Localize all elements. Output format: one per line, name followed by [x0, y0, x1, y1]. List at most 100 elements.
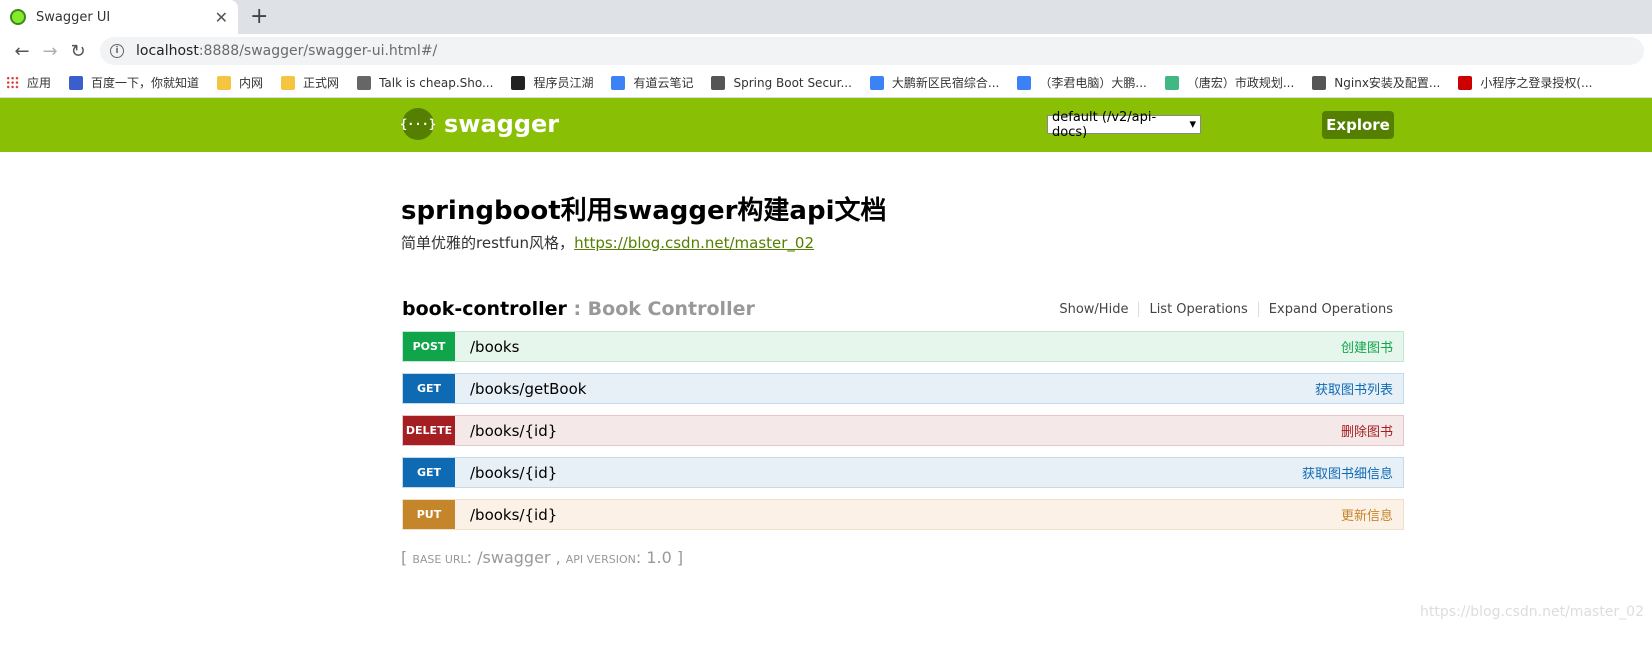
- api-version-label: Api Version: [565, 553, 636, 566]
- bookmark-label: 程序员江湖: [533, 76, 594, 90]
- url-path: :8888/swagger/swagger-ui.html#/: [198, 43, 438, 59]
- base-url-info: [ Base URL: /swagger , Api Version: 1.0 …: [401, 548, 683, 567]
- api-spec-select[interactable]: default (/v2/api-docs) ▾: [1047, 110, 1201, 140]
- operation-summary[interactable]: 创建图书: [1341, 337, 1393, 356]
- swagger-favicon-icon: [10, 9, 26, 25]
- reload-button[interactable]: ↻: [64, 41, 92, 62]
- bookmark-label: Nginx安装及配置...: [1334, 76, 1441, 90]
- bookmark-item[interactable]: （李君电脑）大鹏...: [1017, 74, 1147, 91]
- tab-title: Swagger UI: [36, 9, 111, 25]
- bookmark-favicon-icon: [357, 75, 372, 90]
- api-description-link[interactable]: https://blog.csdn.net/master_02: [574, 234, 814, 252]
- bookmark-label: Spring Boot Secur...: [733, 75, 852, 90]
- browser-tabbar: Swagger UI ✕ +: [0, 0, 1652, 34]
- api-spec-select-value: default (/v2/api-docs): [1052, 109, 1157, 140]
- bookmark-favicon-icon: [281, 75, 296, 90]
- expand-operations-link[interactable]: Expand Operations: [1259, 302, 1393, 317]
- operation-row[interactable]: DELETE/books/{id} 删除图书: [402, 415, 1404, 446]
- operation-path[interactable]: /books/{id}: [470, 464, 1302, 482]
- bookmark-favicon-icon: [869, 75, 884, 90]
- operation-path[interactable]: /books/{id}: [470, 506, 1341, 524]
- swagger-logo-text: swagger: [444, 110, 560, 138]
- operation-row[interactable]: POST/books 创建图书: [402, 331, 1404, 362]
- bookmark-label: 大鹏新区民宿综合...: [891, 76, 1000, 90]
- base-url-label: Base URL: [412, 553, 467, 566]
- apps-shortcut[interactable]: 应用: [6, 74, 51, 91]
- bookmark-favicon-icon: [1458, 75, 1473, 90]
- http-method-badge[interactable]: POST: [403, 332, 455, 361]
- bookmark-favicon-icon: [711, 75, 726, 90]
- operation-row[interactable]: GET/books/{id} 获取图书细信息: [402, 457, 1404, 488]
- swagger-logo-icon: {···}: [400, 108, 436, 140]
- close-tab-icon[interactable]: ✕: [215, 8, 228, 27]
- address-bar[interactable]: i localhost:8888/swagger/swagger-ui.html…: [100, 37, 1644, 65]
- operation-summary[interactable]: 删除图书: [1341, 421, 1393, 440]
- bookmark-label: 有道云笔记: [633, 76, 694, 90]
- bookmark-item[interactable]: 有道云笔记: [611, 74, 693, 91]
- operation-path[interactable]: /books/{id}: [470, 422, 1341, 440]
- watermark: https://blog.csdn.net/master_02: [1420, 604, 1644, 620]
- api-version-value: : 1.0 ]: [635, 548, 684, 567]
- bookmark-label: Talk is cheap.Sho...: [379, 75, 494, 90]
- controller-heading[interactable]: book-controller : Book Controller: [402, 298, 755, 320]
- controller-description: : Book Controller: [566, 298, 755, 320]
- operations-list: POST/books 创建图书 GET/books/getBook 获取图书列表 DEL…: [402, 331, 1404, 541]
- bookmark-favicon-icon: [217, 75, 232, 90]
- apps-grid-icon: [6, 76, 19, 89]
- chevron-down-icon: ▾: [1189, 117, 1196, 132]
- base-url-value: : /swagger ,: [466, 548, 566, 567]
- list-operations-link[interactable]: List Operations: [1139, 302, 1259, 317]
- swagger-logo[interactable]: {···} swagger: [400, 108, 560, 140]
- operation-row[interactable]: PUT/books/{id} 更新信息: [402, 499, 1404, 530]
- bookmark-item[interactable]: 小程序之登录授权(...: [1458, 74, 1593, 91]
- forward-button[interactable]: →: [36, 41, 64, 62]
- site-info-icon[interactable]: i: [110, 44, 124, 58]
- bookmark-item[interactable]: Spring Boot Secur...: [711, 75, 852, 90]
- bookmark-item[interactable]: Nginx安装及配置...: [1312, 74, 1440, 91]
- http-method-badge[interactable]: DELETE: [403, 416, 455, 445]
- operation-path[interactable]: /books/getBook: [470, 380, 1315, 398]
- bookmark-item[interactable]: 百度一下，你就知道: [69, 74, 199, 91]
- http-method-badge[interactable]: GET: [403, 458, 455, 487]
- bookmark-favicon-icon: [511, 75, 526, 90]
- operation-path[interactable]: /books: [470, 338, 1341, 356]
- api-description: 简单优雅的restfun风格，https://blog.csdn.net/mas…: [401, 232, 814, 253]
- bookmark-item[interactable]: 程序员江湖: [511, 74, 593, 91]
- http-method-badge[interactable]: GET: [403, 374, 455, 403]
- bookmark-favicon-icon: [611, 75, 626, 90]
- controller-name[interactable]: book-controller: [402, 298, 567, 320]
- open-bracket: [: [401, 548, 413, 567]
- bookmark-label: 内网: [239, 76, 264, 90]
- bookmark-item[interactable]: 大鹏新区民宿综合...: [869, 74, 1000, 91]
- bookmark-label: （李君电脑）大鹏...: [1039, 76, 1147, 90]
- operation-summary[interactable]: 获取图书列表: [1315, 379, 1393, 398]
- bookmark-favicon-icon: [69, 75, 84, 90]
- operation-summary[interactable]: 更新信息: [1341, 505, 1393, 524]
- bookmark-item[interactable]: 正式网: [281, 74, 339, 91]
- back-button[interactable]: ←: [8, 41, 36, 62]
- bookmark-favicon-icon: [1164, 75, 1179, 90]
- bookmark-label: （唐宏）市政规划...: [1186, 76, 1295, 90]
- bookmark-item[interactable]: 内网: [217, 74, 263, 91]
- controller-actions: Show/Hide List Operations Expand Operati…: [1049, 302, 1393, 317]
- new-tab-button[interactable]: +: [250, 4, 268, 29]
- bookmark-favicon-icon: [1312, 75, 1327, 90]
- url-host: localhost: [136, 43, 199, 59]
- http-method-badge[interactable]: PUT: [403, 500, 455, 529]
- page-title: springboot利用swagger构建api文档: [401, 196, 887, 226]
- operation-summary[interactable]: 获取图书细信息: [1302, 463, 1393, 482]
- bookmark-item[interactable]: （唐宏）市政规划...: [1164, 74, 1295, 91]
- explore-button[interactable]: Explore: [1322, 111, 1394, 139]
- bookmark-label: 百度一下，你就知道: [91, 76, 200, 90]
- bookmarks-bar: 应用 百度一下，你就知道 内网 正式网 Talk is cheap.Sho... 程序员江…: [0, 68, 1652, 98]
- bookmark-favicon-icon: [1017, 75, 1032, 90]
- bookmark-label: 小程序之登录授权(...: [1480, 76, 1593, 90]
- bookmark-item[interactable]: Talk is cheap.Sho...: [357, 75, 494, 90]
- browser-navbar: ← → ↻ i localhost:8888/swagger/swagger-u…: [0, 34, 1652, 68]
- api-description-text: 简单优雅的restfun风格，: [401, 234, 575, 252]
- show-hide-link[interactable]: Show/Hide: [1049, 302, 1140, 317]
- browser-tab[interactable]: Swagger UI ✕: [0, 0, 238, 34]
- swagger-header: {···} swagger default (/v2/api-docs) ▾ E…: [0, 98, 1652, 152]
- operation-row[interactable]: GET/books/getBook 获取图书列表: [402, 373, 1404, 404]
- bookmark-label: 应用: [27, 76, 52, 90]
